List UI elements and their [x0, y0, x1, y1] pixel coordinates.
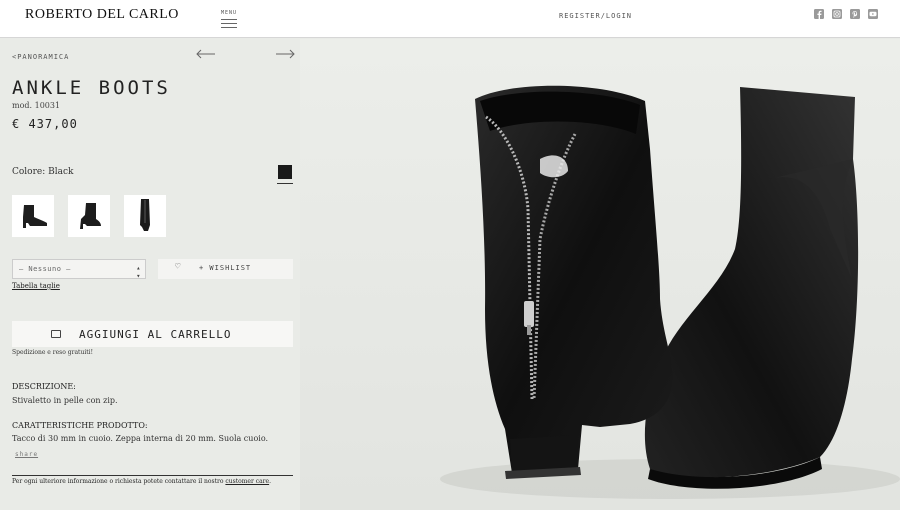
back-to-overview-link[interactable]: <PANORAMICA [12, 53, 69, 61]
menu-label: MENU [221, 10, 238, 16]
instagram-icon[interactable] [832, 9, 842, 19]
youtube-icon[interactable] [868, 9, 878, 19]
product-title: ANKLE BOOTS [12, 77, 171, 99]
site-header: ROBERTO DEL CARLO MENU REGISTER/LOGIN [0, 0, 900, 38]
features-heading: CARATTERISTICHE PRODOTTO: [12, 421, 148, 430]
menu-button[interactable]: MENU [221, 10, 237, 28]
shopping-bag-icon [51, 330, 61, 338]
brand-logo[interactable]: ROBERTO DEL CARLO [25, 7, 179, 23]
size-select[interactable]: – Nessuno – ▴ ▾ [12, 259, 146, 280]
swatch-selected-indicator [277, 183, 293, 184]
pinterest-icon[interactable] [850, 9, 860, 19]
shipping-note: Spedizione e reso gratuiti! [12, 349, 93, 356]
add-to-cart-label: AGGIUNGI AL CARRELLO [79, 328, 232, 341]
color-swatch-black[interactable] [278, 165, 292, 179]
model-code: mod. 10031 [12, 101, 61, 110]
product-price: € 437,00 [12, 117, 78, 131]
product-thumbnail-side[interactable] [12, 195, 54, 237]
add-to-cart-button[interactable]: AGGIUNGI AL CARRELLO [12, 321, 293, 347]
wishlist-label: + WISHLIST [199, 264, 252, 272]
previous-product-arrow-icon[interactable] [196, 49, 216, 59]
product-thumbnail-angle[interactable] [68, 195, 110, 237]
product-info-panel: <PANORAMICA ANKLE BOOTS mod. 10031 € 437… [0, 39, 300, 510]
select-caret-icon: ▴ ▾ [136, 264, 141, 280]
share-link[interactable]: share [15, 451, 38, 458]
wishlist-button[interactable]: ♡ + WISHLIST [158, 259, 293, 279]
color-label: Colore: Black [12, 167, 74, 177]
product-thumbnail-back[interactable] [124, 195, 166, 237]
facebook-icon[interactable] [814, 9, 824, 19]
product-main-image [300, 39, 900, 510]
next-product-arrow-icon[interactable] [275, 49, 295, 59]
description-heading: DESCRIZIONE: [12, 382, 76, 391]
divider [12, 475, 293, 476]
size-select-value: – Nessuno – [19, 265, 71, 273]
customer-care-link[interactable]: customer care [225, 478, 269, 485]
size-table-link[interactable]: Tabella taglie [12, 282, 60, 290]
heart-icon: ♡ [175, 262, 182, 272]
features-text: Tacco di 30 mm in cuoio. Zeppa interna d… [12, 434, 269, 443]
hamburger-icon [221, 19, 237, 20]
footer-note: Per ogni ulteriore informazione o richie… [12, 478, 272, 485]
description-text: Stivaletto in pelle con zip. [12, 396, 118, 405]
register-login-link[interactable]: REGISTER/LOGIN [559, 12, 632, 20]
